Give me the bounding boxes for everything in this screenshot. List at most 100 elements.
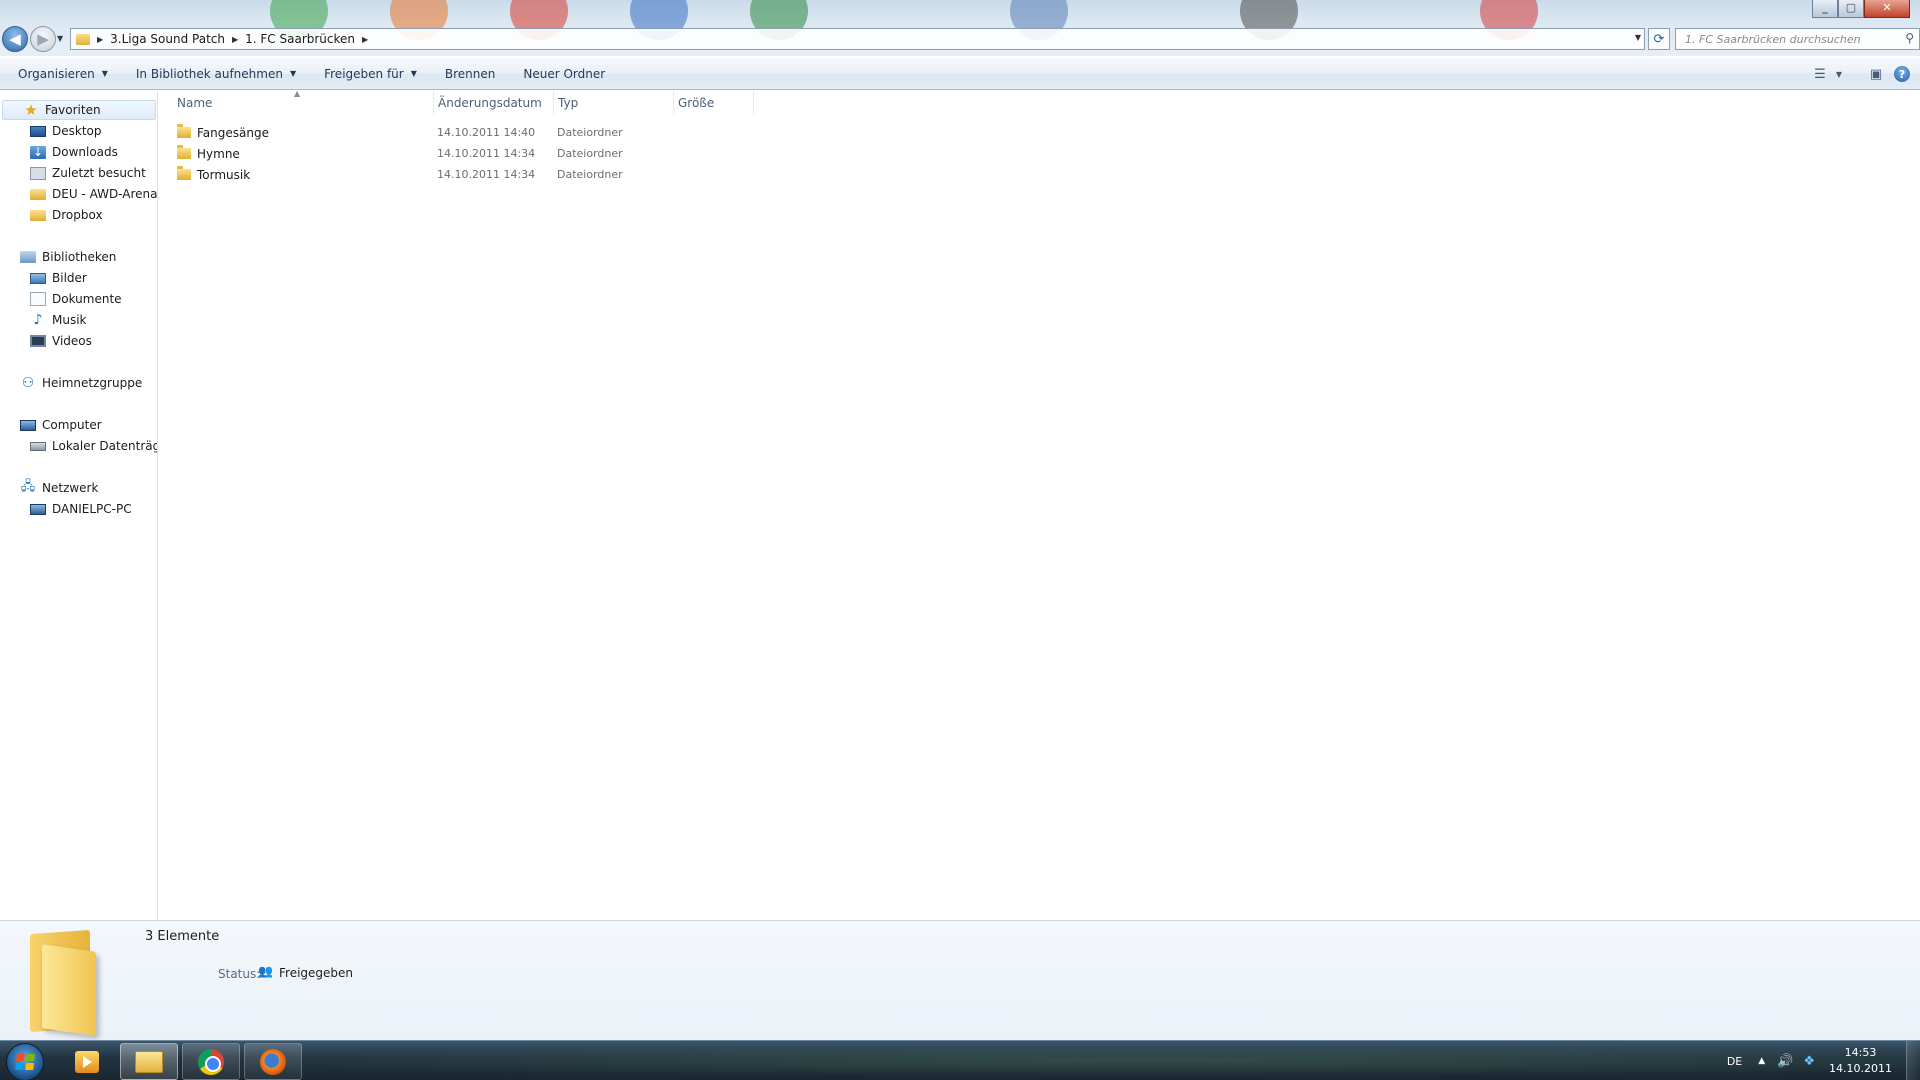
nav-computer[interactable]: Computer xyxy=(0,415,102,435)
refresh-button[interactable]: ⟳ xyxy=(1648,28,1670,50)
nav-item-music[interactable]: ♪ Musik xyxy=(0,310,87,330)
column-header-type[interactable]: Typ xyxy=(554,91,674,115)
view-options-dropdown[interactable]: ▼ xyxy=(1832,62,1846,86)
search-box[interactable]: ⚲ xyxy=(1675,28,1920,50)
refresh-icon: ⟳ xyxy=(1653,31,1665,47)
share-with-label: Freigeben für xyxy=(324,66,404,81)
breadcrumb-item[interactable]: 1. FC Saarbrücken xyxy=(245,32,355,46)
file-type: Dateiordner xyxy=(557,126,623,139)
nav-label: Zuletzt besucht xyxy=(52,166,146,180)
folder-icon xyxy=(76,33,90,45)
address-history-dropdown[interactable]: ▼ xyxy=(1635,33,1641,42)
column-label: Name xyxy=(177,96,213,110)
back-button[interactable]: ◀ xyxy=(2,26,28,52)
file-date: 14.10.2011 14:40 xyxy=(437,126,536,139)
nav-item-pictures[interactable]: Bilder xyxy=(0,268,87,288)
file-row[interactable]: Tormusik 14.10.2011 14:34 Dateiordner xyxy=(159,164,759,185)
chevron-down-icon: ▼ xyxy=(289,69,297,78)
chevron-right-icon[interactable]: ▶ xyxy=(362,35,368,44)
videos-icon xyxy=(30,335,46,347)
new-folder-button[interactable]: Neuer Ordner xyxy=(509,62,619,86)
clock[interactable]: 14:53 14.10.2011 xyxy=(1829,1045,1892,1077)
help-button[interactable]: ? xyxy=(1894,66,1910,82)
maximize-button[interactable]: ▢ xyxy=(1838,0,1864,18)
preview-pane-icon: ▣ xyxy=(1869,66,1883,82)
column-header-date[interactable]: Änderungsdatum xyxy=(434,91,554,115)
clock-time: 14:53 xyxy=(1844,1046,1877,1059)
nav-item-documents[interactable]: Dokumente xyxy=(0,289,122,309)
details-pane: 3 Elemente Status: 👥 Freigegeben xyxy=(0,920,1920,1040)
arrow-right-icon: ▶ xyxy=(37,30,49,48)
breadcrumb[interactable]: 1. FC Saarbrücken xyxy=(245,29,355,49)
desktop-icon xyxy=(30,125,46,137)
clock-date: 14.10.2011 xyxy=(1829,1062,1892,1075)
file-row[interactable]: Hymne 14.10.2011 14:34 Dateiordner xyxy=(159,143,759,164)
taskbar-explorer[interactable] xyxy=(120,1043,178,1080)
share-with-menu[interactable]: Freigeben für ▼ xyxy=(310,62,431,86)
show-hidden-icons-button[interactable]: ▲ xyxy=(1758,1056,1765,1066)
breadcrumb-item[interactable]: 3.Liga Sound Patch xyxy=(110,32,225,46)
nav-item-local-disk[interactable]: Lokaler Datenträger xyxy=(0,436,157,456)
firefox-icon xyxy=(260,1048,286,1075)
include-library-menu[interactable]: In Bibliothek aufnehmen ▼ xyxy=(122,62,310,86)
nav-favorites[interactable]: ★ Favoriten xyxy=(2,100,156,120)
start-button[interactable] xyxy=(6,1043,44,1080)
nav-label: DANIELPC-PC xyxy=(52,502,132,516)
column-label: Größe xyxy=(678,96,715,110)
nav-item-dropbox[interactable]: Dropbox xyxy=(0,205,103,225)
nav-label: Musik xyxy=(52,313,87,327)
forward-button[interactable]: ▶ xyxy=(30,26,56,52)
media-player-icon xyxy=(75,1050,99,1073)
taskbar-chrome[interactable] xyxy=(182,1043,240,1080)
search-icon[interactable]: ⚲ xyxy=(1905,31,1914,45)
new-folder-label: Neuer Ordner xyxy=(523,66,606,81)
file-type: Dateiordner xyxy=(557,168,623,181)
close-button[interactable]: ✕ xyxy=(1864,0,1910,18)
nav-item-downloads[interactable]: ↓ Downloads xyxy=(0,142,118,162)
nav-item-desktop[interactable]: Desktop xyxy=(0,121,102,141)
volume-icon[interactable]: 🔊 xyxy=(1777,1054,1793,1069)
taskbar-media-player[interactable] xyxy=(58,1043,116,1080)
chevron-down-icon: ▼ xyxy=(101,69,108,78)
nav-item-videos[interactable]: Videos xyxy=(0,331,92,351)
column-header-size[interactable]: Größe xyxy=(674,91,754,115)
nav-libraries[interactable]: Bibliotheken xyxy=(0,247,116,267)
title-bar: _ ▢ ✕ ◀ ▶ ▼ ▶ 3.Liga Sound Patch ▶ 1. FC… xyxy=(0,0,1920,56)
folder-icon xyxy=(177,145,191,159)
address-bar[interactable]: ▶ 3.Liga Sound Patch ▶ 1. FC Saarbrücken… xyxy=(70,28,1645,50)
file-row[interactable]: Fangesänge 14.10.2011 14:40 Dateiordner xyxy=(159,122,759,143)
burn-label: Brennen xyxy=(444,66,496,81)
chevron-right-icon[interactable]: ▶ xyxy=(232,35,238,44)
pictures-icon xyxy=(30,272,46,284)
nav-network[interactable]: 🖧 Netzwerk xyxy=(0,478,99,498)
dropbox-icon[interactable]: ❖ xyxy=(1803,1054,1815,1069)
documents-icon xyxy=(30,292,46,306)
language-indicator[interactable]: DE xyxy=(1727,1055,1742,1068)
nav-item-folder-shortcut[interactable]: DEU - AWD-Arena, H xyxy=(0,184,157,204)
arrow-left-icon: ◀ xyxy=(9,30,21,48)
taskbar-firefox[interactable] xyxy=(244,1043,302,1080)
recent-places-icon xyxy=(30,166,46,180)
breadcrumb[interactable]: 3.Liga Sound Patch xyxy=(110,29,225,49)
nav-label: Lokaler Datenträger xyxy=(52,439,157,453)
column-label: Typ xyxy=(558,96,579,110)
search-input[interactable] xyxy=(1676,29,1886,49)
file-date: 14.10.2011 14:34 xyxy=(437,168,536,181)
system-tray: DE ▲ 🔊 ❖ 14:53 14.10.2011 xyxy=(1727,1041,1920,1080)
organize-menu[interactable]: Organisieren ▼ xyxy=(0,62,122,86)
chevron-right-icon[interactable]: ▶ xyxy=(97,35,103,44)
burn-button[interactable]: Brennen xyxy=(431,62,509,86)
minimize-button[interactable]: _ xyxy=(1812,0,1838,18)
nav-label: Netzwerk xyxy=(42,481,99,495)
star-icon: ★ xyxy=(24,101,38,119)
show-desktop-button[interactable] xyxy=(1906,1041,1920,1080)
music-icon: ♪ xyxy=(33,312,43,328)
change-view-button[interactable]: ☰ xyxy=(1808,62,1832,86)
recent-pages-button[interactable]: ▼ xyxy=(57,34,63,43)
preview-pane-button[interactable]: ▣ xyxy=(1864,62,1888,86)
nav-homegroup[interactable]: ⚇ Heimnetzgruppe xyxy=(0,373,142,393)
nav-item-network-pc[interactable]: DANIELPC-PC xyxy=(0,499,132,519)
nav-label: Favoriten xyxy=(45,103,101,117)
nav-item-recent-places[interactable]: Zuletzt besucht xyxy=(0,163,146,183)
column-header-name[interactable]: Name ▲ xyxy=(159,89,434,115)
